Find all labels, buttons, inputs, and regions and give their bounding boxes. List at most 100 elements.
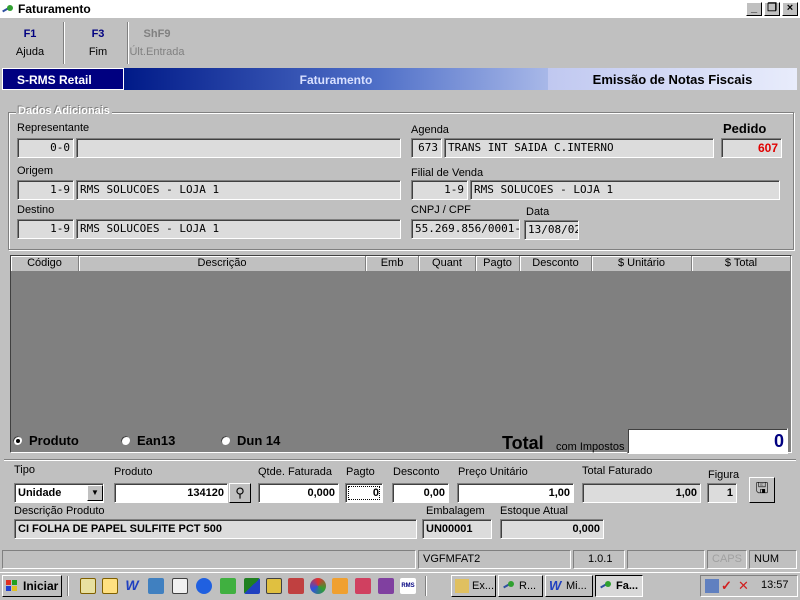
task-faturamento[interactable]: Fa... [595,575,643,597]
col-codigo[interactable]: Código [11,256,79,272]
end-fkey-button[interactable]: F3 Fim [68,28,128,58]
quicklaunch-download-icon[interactable] [220,578,236,594]
col-total[interactable]: $ Total [692,256,791,272]
fkey-action: Últ.Entrada [129,46,185,58]
preco-label: Preço Unitário [458,466,528,478]
figura-field: 1 [707,483,737,503]
col-pagto[interactable]: Pagto [476,256,520,272]
total-field: 0 [627,428,788,454]
quicklaunch-game-icon[interactable] [355,578,371,594]
agenda-code-field[interactable]: 673 [411,138,442,158]
task-label: Fa... [616,580,639,592]
grid-header: Código Descrição Emb Quant Pagto Descont… [11,256,791,272]
radio-dun14[interactable]: Dun 14 [220,433,280,448]
quicklaunch-paint-icon[interactable] [332,578,348,594]
items-grid[interactable]: Código Descrição Emb Quant Pagto Descont… [10,255,792,453]
window-title-bar: Faturamento _ ❐ × [0,0,800,18]
pedido-label: Pedido [723,121,767,136]
restore-button[interactable]: ❐ [764,2,780,16]
quicklaunch-explorer-icon[interactable] [172,578,188,594]
total-faturado-field: 1,00 [582,483,701,503]
quicklaunch-app-icon[interactable] [244,578,260,594]
task-rms[interactable]: R... [498,575,543,597]
origem-name-field[interactable]: RMS SOLUCOES - LOJA 1 [76,180,401,200]
tray-network-icon[interactable] [705,579,719,593]
fkey-label: F3 [91,28,105,40]
quicklaunch-rms-icon[interactable]: RMS [400,578,416,594]
quicklaunch-tool-icon[interactable] [288,578,304,594]
col-emb[interactable]: Emb [366,256,419,272]
quicklaunch-notepad-icon[interactable] [80,578,96,594]
screen-name: Emissão de Notas Fiscais [548,68,797,90]
col-unitario[interactable]: $ Unitário [592,256,692,272]
window-title: Faturamento [18,2,91,16]
status-message [2,550,416,569]
col-quant[interactable]: Quant [419,256,476,272]
radio-ean13[interactable]: Ean13 [120,433,175,448]
fkey-action: Fim [88,46,108,58]
pedido-field[interactable]: 607 [721,138,782,158]
binoculars-icon[interactable]: ⚲ [229,483,251,503]
filial-name-field[interactable]: RMS SOLUCOES - LOJA 1 [470,180,780,200]
qtde-field[interactable]: 0,000 [258,483,339,503]
total-label: Total [502,433,544,453]
produto-field[interactable]: 134120 [114,483,228,503]
destino-code-field[interactable]: 1-9 [17,219,74,239]
quicklaunch-word-icon[interactable]: W [124,578,140,594]
toolbar-separator [63,22,65,64]
radio-label: Dun 14 [237,433,281,448]
desconto-field[interactable]: 0,00 [392,483,449,503]
status-bar: VGFMFAT2 1.0.1 CAPS NUM [0,548,800,570]
status-empty [627,550,705,569]
radio-label: Produto [29,433,79,448]
quicklaunch-ie-icon[interactable] [196,578,212,594]
last-entry-fkey-button[interactable]: ShF9 Últ.Entrada [127,28,187,58]
status-num: NUM [749,550,797,569]
filial-code-field[interactable]: 1-9 [411,180,468,200]
representante-name-field[interactable] [76,138,401,158]
module-name: Faturamento [124,68,548,90]
data-field[interactable]: 13/08/02 [524,220,579,240]
fkey-action: Ajuda [15,46,45,58]
close-button[interactable]: × [782,2,798,16]
chevron-down-icon[interactable]: ▼ [87,485,103,501]
quicklaunch-winzip-icon[interactable] [378,578,394,594]
minimize-button[interactable]: _ [746,2,762,16]
destino-name-field[interactable]: RMS SOLUCOES - LOJA 1 [76,219,401,239]
start-label: Iniciar [23,579,59,593]
save-disk-icon[interactable]: 🖫 [749,477,775,503]
windows-logo-icon [6,580,18,592]
data-label: Data [526,206,550,218]
radio-icon [220,435,231,446]
tray-volume-icon[interactable]: ✕ [738,579,752,593]
task-label: R... [519,580,537,592]
quicklaunch-search-icon[interactable] [102,578,118,594]
quicklaunch-network-icon[interactable] [148,578,164,594]
figura-label: Figura [708,469,740,481]
tray-antivirus-icon[interactable]: ✓ [721,579,735,593]
radio-produto[interactable]: Produto [12,433,79,448]
pagto-label: Pagto [346,466,375,478]
col-desconto[interactable]: Desconto [520,256,592,272]
col-descricao[interactable]: Descrição [79,256,366,272]
task-explorer[interactable]: Ex... [451,575,496,597]
help-fkey-button[interactable]: F1 Ajuda [0,28,60,58]
radio-label: Ean13 [137,433,176,448]
word-icon: W [549,578,562,593]
origem-code-field[interactable]: 1-9 [17,180,74,200]
representante-code-field[interactable]: 0-0 [17,138,74,158]
embalagem-label: Embalagem [426,505,485,517]
radio-icon [120,435,131,446]
cnpj-field[interactable]: 55.269.856/0001-59 [411,219,520,239]
system-tray: ✓ ✕ 13:57 [700,575,798,597]
task-word[interactable]: W Mi... [545,575,593,597]
agenda-desc-field[interactable]: TRANS INT SAIDA C.INTERNO [444,138,714,158]
taskbar-separator [67,576,69,596]
descricao-label: Descrição Produto [14,505,105,517]
quicklaunch-terminal-icon[interactable] [266,578,282,594]
start-button[interactable]: Iniciar [2,575,62,597]
quicklaunch-media-icon[interactable] [310,578,326,594]
preco-field[interactable]: 1,00 [457,483,574,503]
embalagem-field: UN00001 [422,519,492,539]
pagto-field[interactable]: 0 [345,483,383,503]
